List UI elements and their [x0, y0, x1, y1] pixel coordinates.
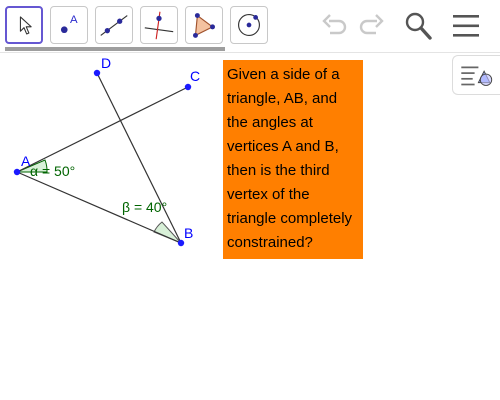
redo-button[interactable] — [356, 13, 386, 39]
toolbar-scrollbar[interactable] — [5, 47, 225, 51]
label-c: C — [190, 68, 200, 84]
ray-ac[interactable] — [16, 86, 189, 173]
point-d[interactable] — [93, 69, 101, 77]
move-tool-button[interactable] — [5, 6, 43, 44]
search-icon — [405, 12, 432, 40]
line-tool-button[interactable] — [95, 6, 133, 44]
menu-button[interactable] — [451, 12, 481, 40]
point-icon: A — [60, 14, 78, 34]
polygon-icon — [193, 13, 215, 38]
circle-with-center-icon — [238, 14, 260, 36]
line-icon — [100, 15, 128, 36]
point-c[interactable] — [184, 83, 192, 91]
ray-bd[interactable] — [96, 72, 182, 244]
cursor-arrow-icon — [19, 16, 32, 35]
search-button[interactable] — [402, 10, 434, 42]
point-a[interactable] — [13, 168, 21, 176]
hamburger-menu-icon — [453, 15, 479, 37]
perpendicular-line-icon — [144, 11, 174, 40]
undo-button[interactable] — [320, 13, 350, 39]
undo-icon — [322, 14, 347, 35]
polygon-tool-button[interactable] — [185, 6, 223, 44]
perpendicular-line-tool-button[interactable] — [140, 6, 178, 44]
circle-tool-button[interactable] — [230, 6, 268, 44]
question-text-box[interactable]: Given a side of a triangle, AB, and the … — [223, 60, 363, 259]
toolbar: A — [0, 0, 500, 51]
point-tool-label: A — [70, 14, 78, 26]
angle-alpha-label: α = 50° — [30, 163, 75, 179]
label-d: D — [101, 55, 111, 71]
question-text: Given a side of a triangle, AB, and the … — [227, 66, 353, 251]
angle-beta-label: β = 40° — [122, 199, 167, 215]
label-b: B — [184, 225, 193, 241]
redo-icon — [359, 14, 384, 35]
point-tool-button[interactable]: A — [50, 6, 88, 44]
